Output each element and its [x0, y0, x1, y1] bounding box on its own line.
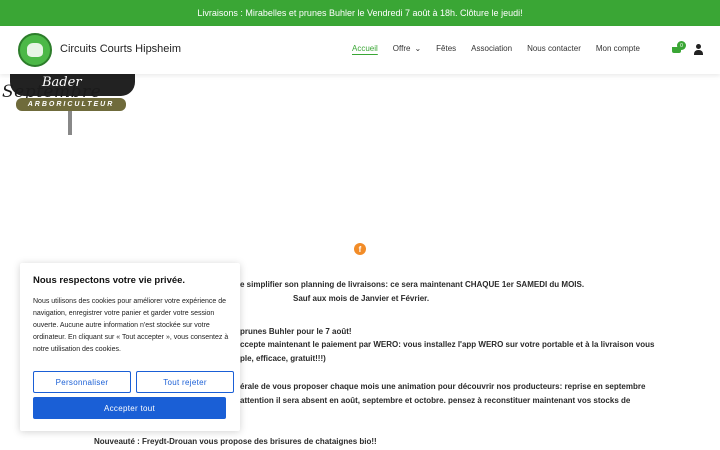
news-line: ccepte maintenant le paiement par WERO: …	[240, 340, 655, 349]
nav-item-offre[interactable]: Offre ⌄	[393, 44, 421, 53]
news-line: e simplifier son planning de livraisons:…	[240, 280, 585, 289]
chevron-down-icon: ⌄	[414, 44, 422, 53]
cookie-consent-dialog: Nous respectons votre vie privée. Nous u…	[20, 263, 240, 431]
user-icon-body	[694, 50, 703, 55]
account-button[interactable]	[694, 44, 703, 55]
news-line: Sauf aux mois de Janvier et Février.	[293, 294, 430, 303]
news-line: attention il sera absent en août, septem…	[240, 396, 631, 405]
news-line: prunes Buhler pour le 7 août!	[240, 327, 352, 336]
reject-all-button[interactable]: Tout rejeter	[136, 371, 234, 393]
nav-item-accueil[interactable]: Accueil	[352, 44, 378, 53]
news-line: ple, efficace, gratuit!!!)	[240, 354, 326, 363]
main-nav: Accueil Offre ⌄ Fêtes Association Nous co…	[352, 44, 655, 53]
customize-button[interactable]: Personnaliser	[33, 371, 131, 393]
logo-mark-icon	[27, 43, 43, 57]
accept-all-button[interactable]: Accepter tout	[33, 397, 226, 419]
cookie-button-row: Personnaliser Tout rejeter	[33, 371, 239, 393]
news-line: Nouveauté : Freydt-Drouan vous propose d…	[94, 437, 377, 446]
site-title[interactable]: Circuits Courts Hipsheim	[60, 43, 181, 55]
user-icon	[696, 44, 701, 49]
site-header: Circuits Courts Hipsheim Accueil Offre ⌄ …	[0, 26, 720, 74]
nav-item-fetes[interactable]: Fêtes	[436, 44, 456, 53]
cookie-description: Nous utilisons des cookies pour améliore…	[33, 298, 229, 353]
cart-count-badge: 0	[677, 41, 686, 50]
nav-item-offre-label: Offre	[392, 44, 411, 53]
cart-button[interactable]: 0	[671, 41, 686, 55]
nav-item-nous-contacter[interactable]: Nous contacter	[527, 44, 581, 53]
cookie-title: Nous respectons votre vie privée.	[33, 275, 186, 286]
nav-item-association[interactable]: Association	[471, 44, 512, 53]
nav-item-mon-compte[interactable]: Mon compte	[596, 44, 640, 53]
site-logo[interactable]	[18, 33, 52, 67]
news-line: érale de vous proposer chaque mois une a…	[240, 382, 646, 391]
